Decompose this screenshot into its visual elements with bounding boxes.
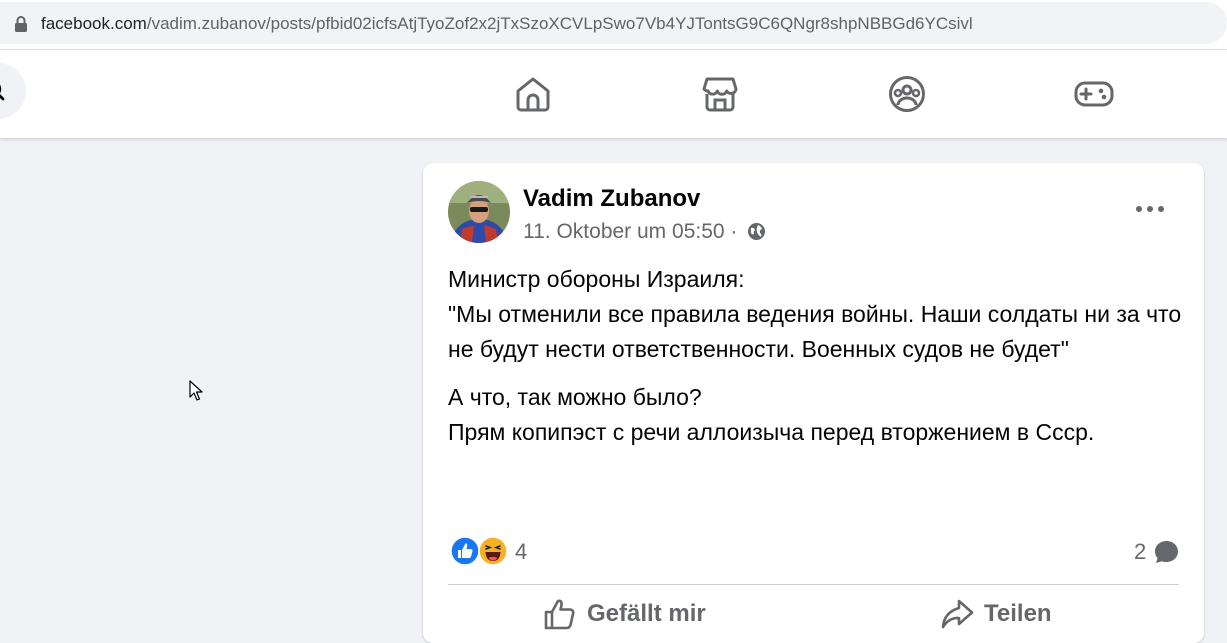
- post-text-line: "Мы отменили все правила ведения войны. …: [448, 301, 1182, 362]
- url-domain: facebook.com: [41, 14, 147, 33]
- marketplace-icon[interactable]: [700, 74, 740, 114]
- divider: [448, 584, 1179, 585]
- search-button[interactable]: [0, 63, 26, 119]
- search-icon: [0, 84, 5, 101]
- url-path: /vadim.zubanov/posts/pfbid02icfsAtjTyoZo…: [146, 14, 973, 33]
- home-icon[interactable]: [513, 74, 553, 114]
- post-author[interactable]: Vadim Zubanov: [523, 185, 700, 213]
- avatar-photo: [448, 181, 510, 243]
- like-reaction-icon: [450, 536, 480, 566]
- reaction-count[interactable]: 4: [515, 539, 527, 565]
- comment-icon: [1155, 541, 1178, 563]
- like-label: Gefällt mir: [587, 600, 706, 627]
- thumbs-up-icon: [544, 599, 575, 630]
- share-label: Teilen: [984, 600, 1052, 627]
- post-card: Vadim Zubanov 11. Oktober um 05:50 · Мин…: [423, 163, 1204, 643]
- globe-icon: [748, 223, 766, 240]
- browser-address-bar: facebook.com/vadim.zubanov/posts/pfbid02…: [0, 0, 1227, 50]
- url-field[interactable]: facebook.com/vadim.zubanov/posts/pfbid02…: [0, 2, 1227, 44]
- haha-reaction-icon: [478, 536, 508, 566]
- avatar[interactable]: [448, 181, 510, 243]
- more-options-button[interactable]: [1136, 206, 1164, 214]
- url-text[interactable]: facebook.com/vadim.zubanov/posts/pfbid02…: [41, 14, 973, 34]
- mouse-cursor-icon: [189, 380, 203, 401]
- lock-icon: [15, 16, 27, 32]
- post-meta: 11. Oktober um 05:50 ·: [523, 220, 766, 244]
- post-text-line: А что, так можно было?: [448, 384, 702, 410]
- gaming-icon[interactable]: [1074, 74, 1114, 114]
- post-timestamp[interactable]: 11. Oktober um 05:50 ·: [523, 220, 737, 243]
- post-text-line: Министр обороны Израиля:: [448, 266, 745, 292]
- groups-icon[interactable]: [887, 74, 927, 114]
- post-text-line: Прям копипэст с речи аллоизыча перед вто…: [448, 419, 1095, 445]
- post-text: Министр обороны Израиля: "Мы отменили вс…: [448, 262, 1188, 450]
- facebook-top-nav: [0, 50, 1227, 138]
- comment-count[interactable]: 2: [1134, 539, 1146, 565]
- share-icon: [941, 599, 974, 629]
